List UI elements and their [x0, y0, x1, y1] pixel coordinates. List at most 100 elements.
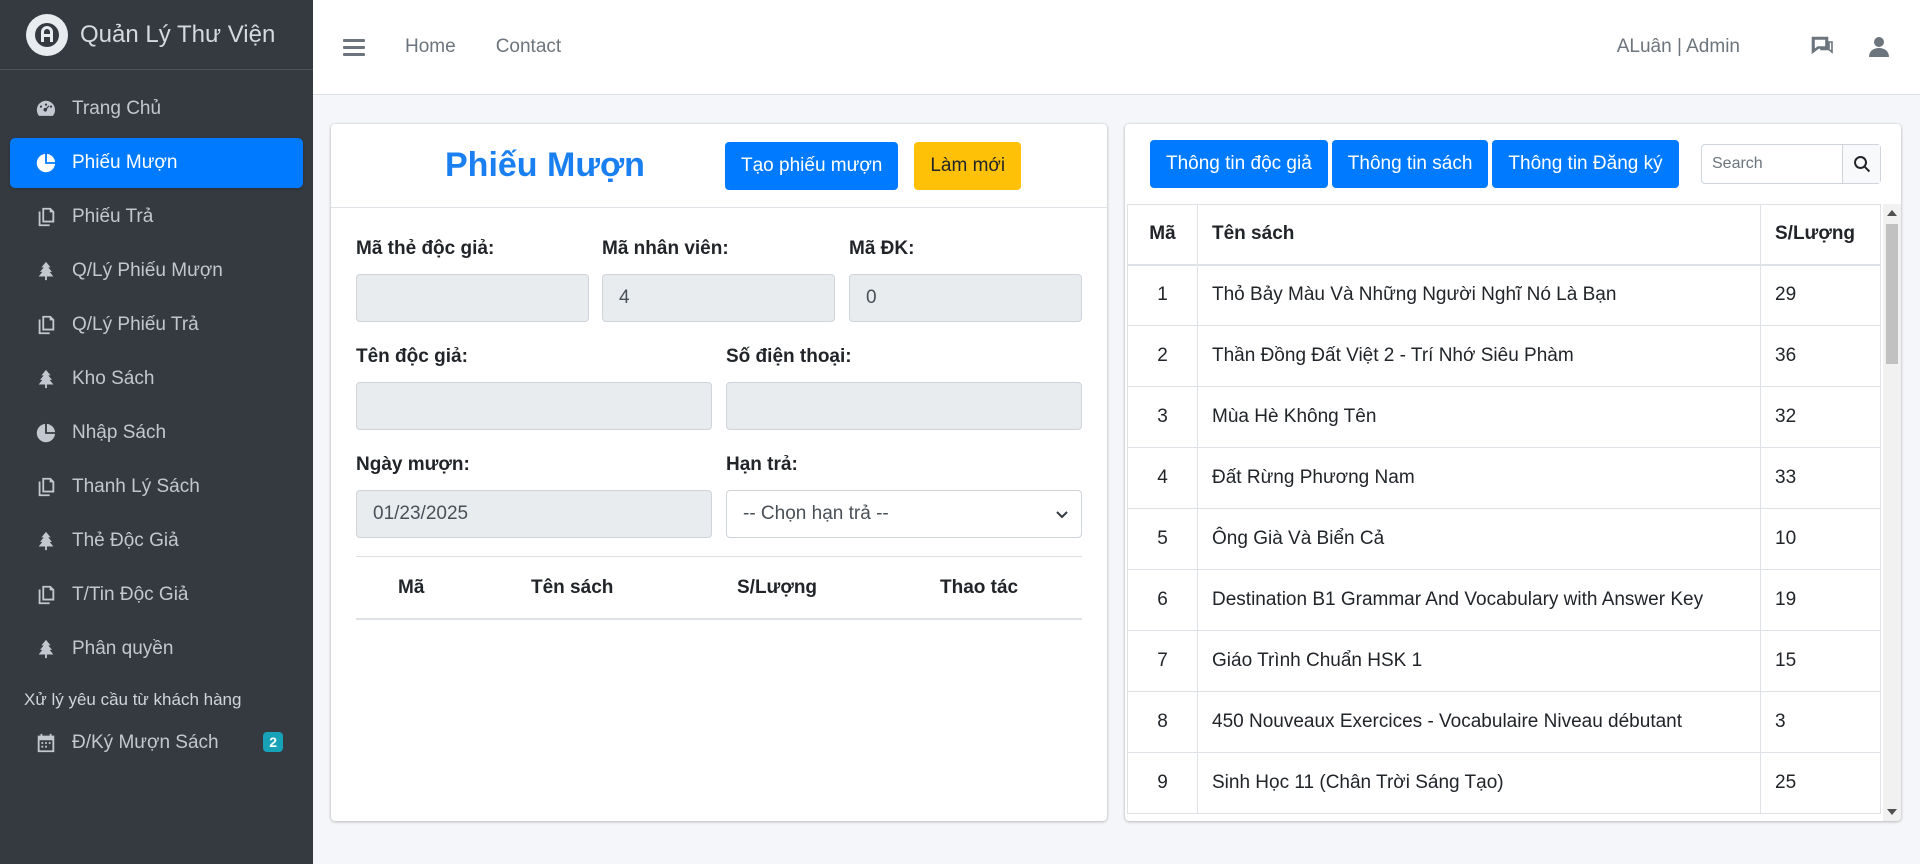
- sidebar-item-q-ly-phieu-muon[interactable]: Q/Lý Phiếu Mượn: [10, 246, 303, 296]
- reg-label: Mã ĐK:: [849, 238, 915, 259]
- search-input[interactable]: Search: [1702, 145, 1842, 183]
- table-row[interactable]: 9 Sinh Học 11 (Chân Trời Sáng Tạo) 25: [1127, 752, 1881, 814]
- borrow-date-input[interactable]: 01/23/2025: [356, 490, 712, 538]
- cell-ten-sach: Thỏ Bảy Màu Và Những Người Nghĩ Nó Là Bạ…: [1197, 264, 1761, 326]
- table-row[interactable]: 4 Đất Rừng Phương Nam 33: [1127, 447, 1881, 509]
- nav-link-contact[interactable]: Contact: [496, 36, 561, 58]
- cell-ma: 4: [1127, 447, 1198, 509]
- chat-icon[interactable]: [1810, 34, 1836, 60]
- sidebar-item-the-doc-gia[interactable]: Thẻ Độc Giả: [10, 516, 303, 566]
- cell-so-luong: 10: [1760, 508, 1881, 570]
- sidebar-item-label: Phiếu Mượn: [72, 152, 178, 173]
- chevron-down-icon: [1056, 511, 1068, 519]
- cell-so-luong: 15: [1760, 630, 1881, 692]
- create-borrow-button[interactable]: Tạo phiếu mượn: [725, 141, 899, 190]
- sidebar-item-thanh-ly-sach[interactable]: Thanh Lý Sách: [10, 462, 303, 512]
- table-row[interactable]: 3 Mùa Hè Không Tên 32: [1127, 386, 1881, 448]
- cell-ma: 8: [1127, 691, 1198, 753]
- sidebar-item-trang-chu[interactable]: Trang Chủ: [10, 84, 303, 134]
- phone-label: Số điện thoại:: [726, 346, 852, 367]
- cell-ma: 9: [1127, 752, 1198, 814]
- cell-so-luong: 32: [1760, 386, 1881, 448]
- sidebar-item-phieu-muon[interactable]: Phiếu Mượn: [10, 138, 303, 188]
- table-scrollbar[interactable]: [1883, 204, 1901, 821]
- menu-toggle-icon[interactable]: [343, 38, 365, 56]
- reader-name-input[interactable]: [356, 382, 712, 430]
- sidebar-item-label: Q/Lý Phiếu Trả: [72, 314, 199, 335]
- due-date-label: Hạn trả:: [726, 454, 798, 475]
- borrow-form-card: Phiếu Mượn Tạo phiếu mượn Làm mới Mã thẻ…: [331, 124, 1107, 821]
- copy-icon: [34, 475, 58, 499]
- pie-chart-icon: [34, 151, 58, 175]
- brand-logo-icon: [26, 13, 68, 56]
- sidebar: Quản Lý Thư Viện Trang Chủ Phiếu Mượn Phiế…: [0, 0, 313, 864]
- tree-icon: [34, 367, 58, 391]
- sidebar-item-kho-sach[interactable]: Kho Sách: [10, 354, 303, 404]
- sidebar-item-nhap-sach[interactable]: Nhập Sách: [10, 408, 303, 458]
- user-icon[interactable]: [1866, 34, 1892, 60]
- col-header-thao-tac: Thao tác: [940, 577, 1019, 598]
- cell-so-luong: 3: [1760, 691, 1881, 753]
- scroll-thumb[interactable]: [1886, 224, 1898, 364]
- cell-so-luong: 36: [1760, 325, 1881, 387]
- table-row[interactable]: 2 Thần Đồng Đất Việt 2 - Trí Nhớ Siêu Phà…: [1127, 325, 1881, 387]
- sidebar-item-label: Kho Sách: [72, 368, 155, 389]
- tab-registration-info[interactable]: Thông tin Đăng ký: [1492, 140, 1679, 188]
- phone-input[interactable]: [726, 382, 1082, 430]
- user-label[interactable]: ALuân | Admin: [1617, 36, 1740, 58]
- cell-ten-sach: Đất Rừng Phương Nam: [1197, 447, 1761, 509]
- sidebar-item-label: Thẻ Độc Giả: [72, 530, 179, 551]
- col-header-ma: Mã: [1127, 204, 1198, 266]
- page-title: Phiếu Mượn: [445, 146, 645, 184]
- employee-label: Mã nhân viên:: [602, 238, 729, 259]
- sidebar-item-label: Phân quyền: [72, 638, 174, 659]
- cell-ten-sach: 450 Nouveaux Exercices - Vocabulaire Niv…: [1197, 691, 1761, 753]
- dashboard-icon: [34, 97, 58, 121]
- due-date-select[interactable]: -- Chọn hạn trả --: [726, 490, 1082, 538]
- search-button[interactable]: [1842, 145, 1880, 183]
- tab-reader-info[interactable]: Thông tin độc giả: [1150, 140, 1328, 188]
- copy-icon: [34, 313, 58, 337]
- cell-ten-sach: Sinh Học 11 (Chân Trời Sáng Tạo): [1197, 752, 1761, 814]
- tree-icon: [34, 529, 58, 553]
- reader-card-input[interactable]: [356, 274, 589, 322]
- due-date-selected: -- Chọn hạn trả --: [743, 503, 889, 524]
- calendar-icon: [34, 731, 58, 755]
- copy-icon: [34, 583, 58, 607]
- tab-book-info[interactable]: Thông tin sách: [1331, 140, 1489, 188]
- col-header-so-luong: S/Lượng: [1760, 204, 1881, 266]
- topbar: Home Contact ALuân | Admin: [313, 0, 1920, 95]
- col-header-ten-sach: Tên sách: [531, 577, 614, 598]
- cell-ma: 3: [1127, 386, 1198, 448]
- book-panel-card: Thông tin độc giả Thông tin sách Thông t…: [1125, 124, 1901, 821]
- scroll-up-icon[interactable]: [1887, 210, 1897, 216]
- employee-input[interactable]: 4: [602, 274, 835, 322]
- refresh-button[interactable]: Làm mới: [914, 141, 1022, 190]
- copy-icon: [34, 205, 58, 229]
- scroll-down-icon[interactable]: [1887, 809, 1897, 815]
- sidebar-item-phan-quyen[interactable]: Phân quyền: [10, 624, 303, 674]
- sidebar-item-q-ly-phieu-tra[interactable]: Q/Lý Phiếu Trả: [10, 300, 303, 350]
- book-table: Mã Tên sách S/Lượng 1 Thỏ Bảy Màu Và Nhữn…: [1127, 204, 1881, 814]
- sidebar-item-label: Nhập Sách: [72, 422, 167, 443]
- table-row[interactable]: 6 Destination B1 Grammar And Vocabulary w…: [1127, 569, 1881, 631]
- brand[interactable]: Quản Lý Thư Viện: [0, 0, 313, 70]
- sidebar-item-borrow-registration[interactable]: Đ/Ký Mượn Sách 2: [10, 718, 303, 768]
- tree-icon: [34, 259, 58, 283]
- sidebar-item-t-tin-doc-gia[interactable]: T/Tin Độc Giả: [10, 570, 303, 620]
- table-row[interactable]: 8 450 Nouveaux Exercices - Vocabulaire Ni…: [1127, 691, 1881, 753]
- cell-ten-sach: Destination B1 Grammar And Vocabulary wi…: [1197, 569, 1761, 631]
- sidebar-item-phieu-tra[interactable]: Phiếu Trả: [10, 192, 303, 242]
- reg-input[interactable]: 0: [849, 274, 1082, 322]
- table-row[interactable]: 5 Ông Già Và Biển Cả 10: [1127, 508, 1881, 570]
- table-row[interactable]: 1 Thỏ Bảy Màu Và Những Người Nghĩ Nó Là B…: [1127, 264, 1881, 326]
- sidebar-section-header: Xử lý yêu cầu từ khách hàng: [24, 690, 242, 709]
- sidebar-item-label: Trang Chủ: [72, 98, 162, 119]
- cell-ten-sach: Mùa Hè Không Tên: [1197, 386, 1761, 448]
- cell-ma: 6: [1127, 569, 1198, 631]
- cell-so-luong: 25: [1760, 752, 1881, 814]
- brand-title: Quản Lý Thư Viện: [80, 20, 276, 48]
- table-row[interactable]: 7 Giáo Trình Chuẩn HSK 1 15: [1127, 630, 1881, 692]
- nav-link-home[interactable]: Home: [405, 36, 456, 58]
- sidebar-item-label: Thanh Lý Sách: [72, 476, 200, 497]
